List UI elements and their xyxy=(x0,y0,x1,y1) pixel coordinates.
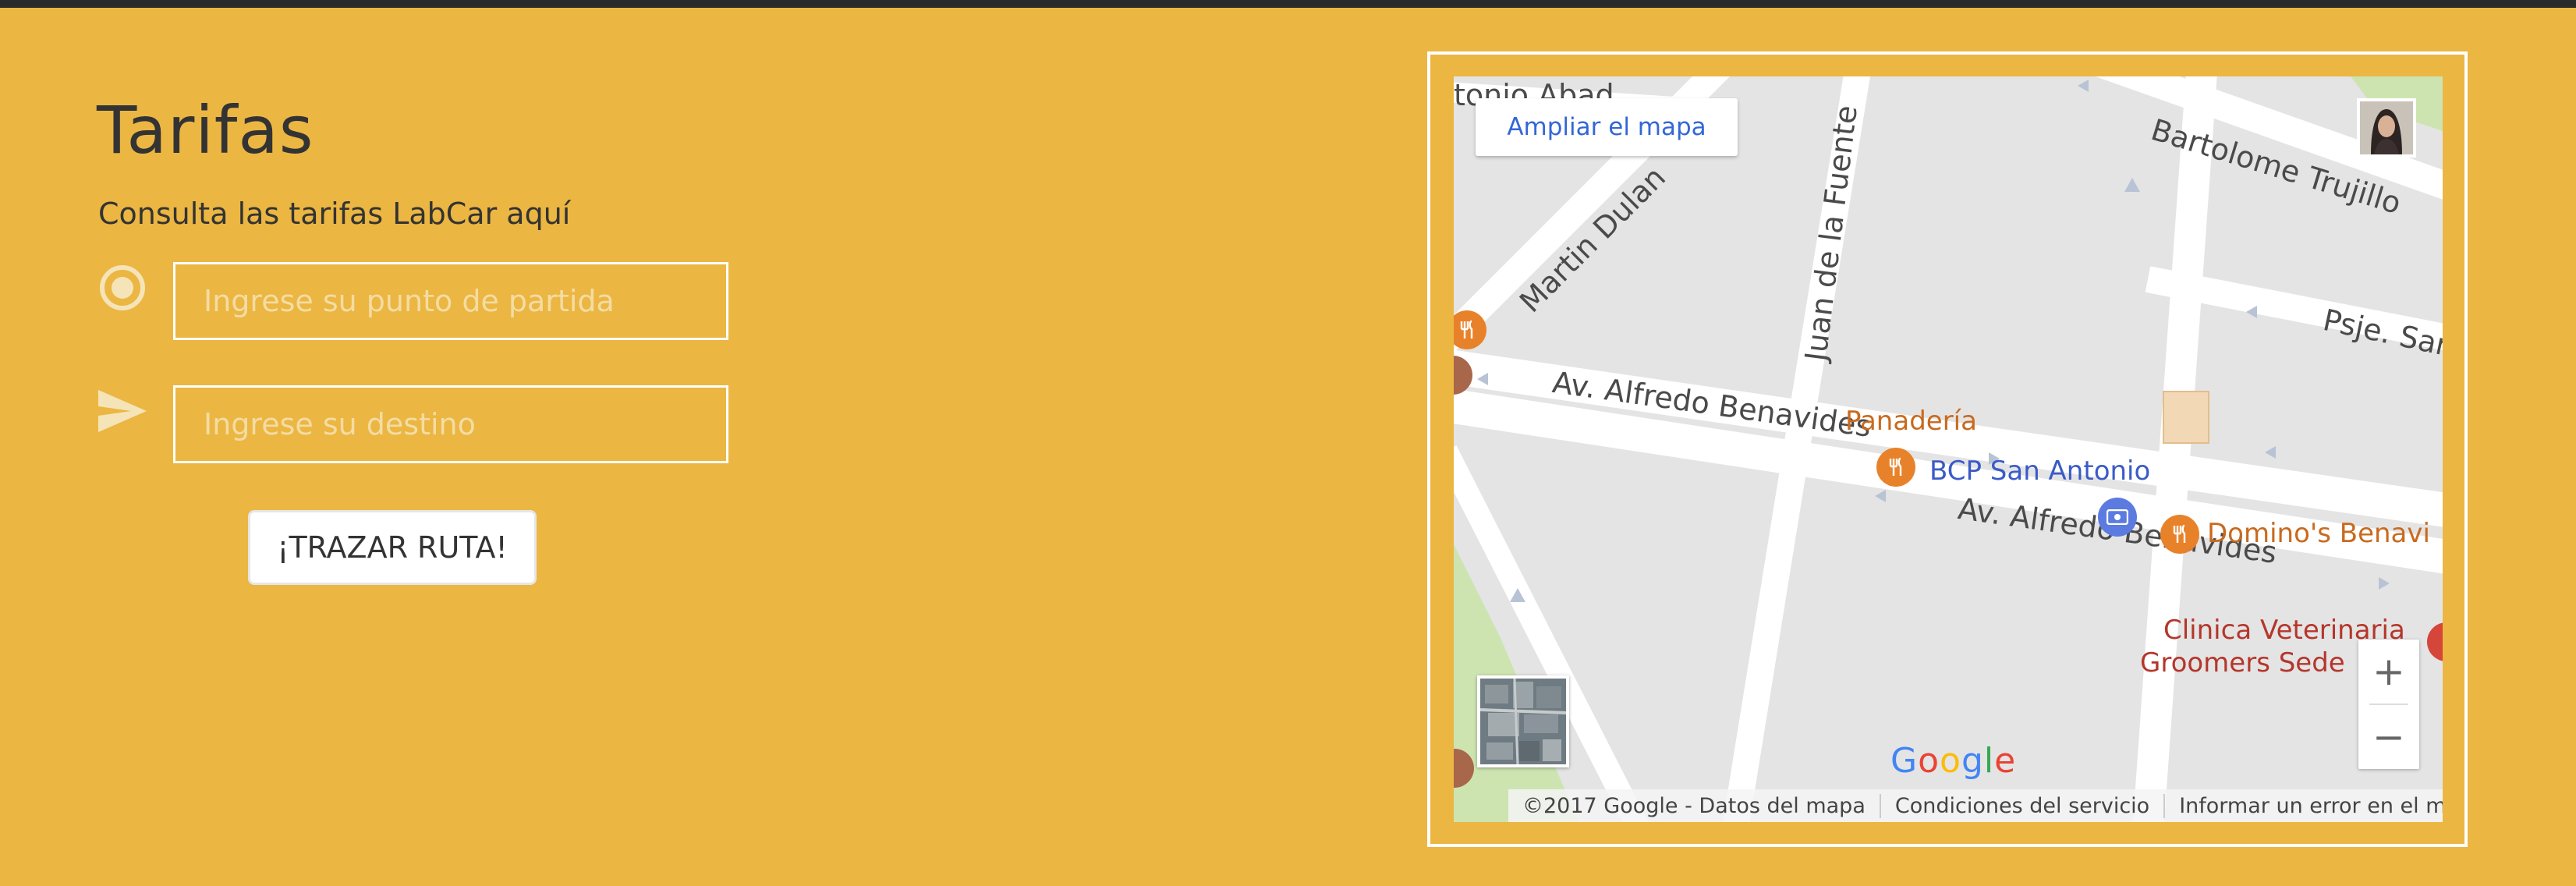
logo-letter: o xyxy=(1940,741,1961,781)
map-copyright[interactable]: ©2017 Google - Datos del mapa xyxy=(1508,794,1880,818)
restaurant-pin-icon[interactable] xyxy=(1876,448,1915,487)
origin-row xyxy=(97,262,728,340)
send-arrow-icon xyxy=(98,390,147,432)
restaurant-pin-icon[interactable] xyxy=(2160,515,2199,554)
top-bar xyxy=(0,0,2576,8)
logo-letter: g xyxy=(1961,741,1984,781)
enlarge-map-button[interactable]: Ampliar el mapa xyxy=(1476,98,1738,156)
zoom-out-button[interactable]: − xyxy=(2358,705,2419,769)
page-subtitle: Consulta las tarifas LabCar aquí xyxy=(98,197,571,231)
zoom-controls: + − xyxy=(2358,640,2419,769)
avatar-image xyxy=(2360,101,2413,154)
poi-label-panaderia[interactable]: Panadería xyxy=(1845,406,1977,437)
origin-input[interactable] xyxy=(173,262,728,340)
zoom-in-button[interactable]: + xyxy=(2358,640,2419,703)
terms-of-service-link[interactable]: Condiciones del servicio xyxy=(1879,793,2163,818)
poi-label-bcp[interactable]: BCP San Antonio xyxy=(1929,455,2150,487)
satellite-thumbnail-icon xyxy=(1480,679,1566,764)
logo-letter: o xyxy=(1918,741,1940,781)
satellite-toggle[interactable] xyxy=(1477,675,1569,767)
destination-row xyxy=(97,385,728,463)
logo-letter: G xyxy=(1890,741,1919,781)
user-avatar[interactable] xyxy=(2357,98,2416,158)
logo-letter: e xyxy=(1994,741,2017,781)
trace-route-button[interactable]: ¡TRAZAR RUTA! xyxy=(248,510,537,585)
page-title: Tarifas xyxy=(97,92,314,168)
google-logo: Google xyxy=(1890,741,2016,781)
report-error-link[interactable]: Informar un error en el mapa xyxy=(2163,793,2443,818)
destination-input[interactable] xyxy=(173,385,728,463)
map-canvas[interactable]: tonio Abad Martin Dulan Juan de la Fuent… xyxy=(1454,76,2443,822)
map-attribution-bar: ©2017 Google - Datos del mapa Condicione… xyxy=(1508,789,2443,822)
bank-pin-icon[interactable] xyxy=(2098,498,2137,537)
poi-label-dominos[interactable]: Domino's Benavi xyxy=(2207,518,2430,549)
logo-letter: l xyxy=(1983,741,1995,781)
poi-label-clinica-line2[interactable]: Groomers Sede xyxy=(2140,647,2345,679)
radio-target-icon xyxy=(100,265,145,310)
